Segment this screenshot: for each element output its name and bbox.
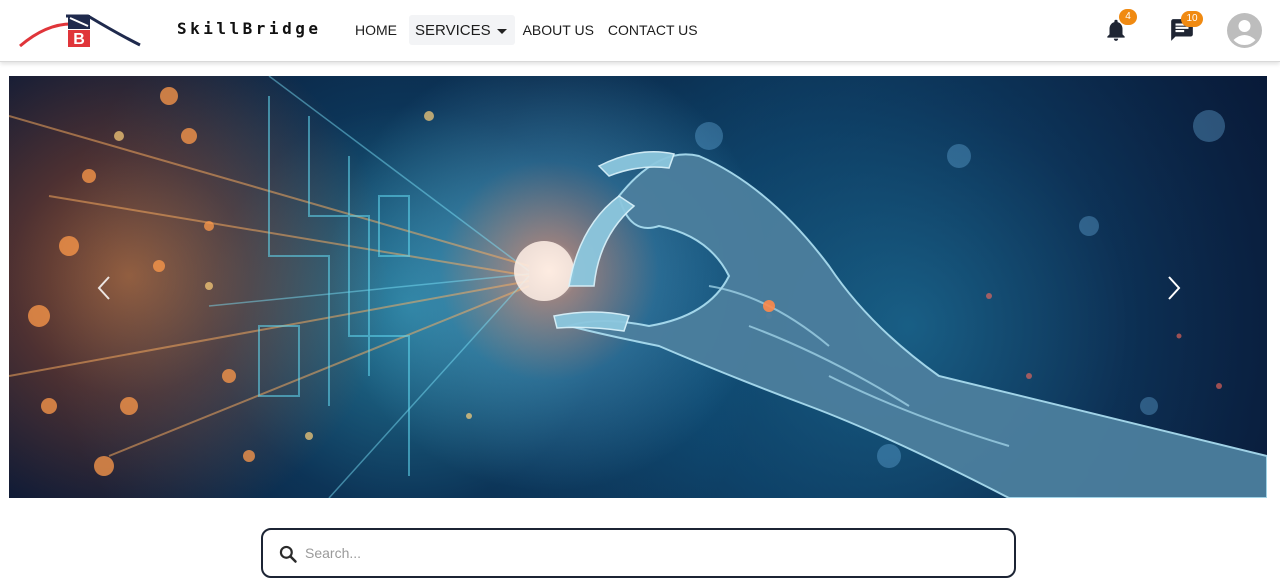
caret-down-icon [496, 28, 507, 34]
user-avatar-icon[interactable] [1227, 13, 1262, 48]
nav-services-label: SERVICES [415, 22, 491, 39]
nav-contact-us[interactable]: CONTACT US [608, 22, 698, 38]
search-icon [278, 544, 298, 564]
skillbridge-logo[interactable]: B [18, 12, 142, 50]
chevron-right-icon[interactable] [1161, 275, 1185, 301]
brand-name[interactable]: SkillBridge [177, 19, 321, 38]
nav-home[interactable]: HOME [355, 22, 397, 38]
nav-about-us[interactable]: ABOUT US [523, 22, 594, 38]
main-nav: HOME SERVICES ABOUT US CONTACT US [355, 14, 698, 46]
notification-count-badge: 4 [1119, 9, 1137, 25]
message-count-badge: 10 [1181, 11, 1203, 27]
search-input[interactable] [305, 539, 995, 567]
robotic-hand-image [9, 76, 1267, 498]
chevron-left-icon[interactable] [93, 275, 117, 301]
search-bar [261, 528, 1016, 578]
nav-services-dropdown[interactable]: SERVICES [409, 15, 515, 45]
svg-text:B: B [73, 31, 85, 48]
top-navbar: B SkillBridge HOME SERVICES ABOUT US CON… [0, 0, 1280, 62]
hero-carousel [9, 76, 1267, 498]
